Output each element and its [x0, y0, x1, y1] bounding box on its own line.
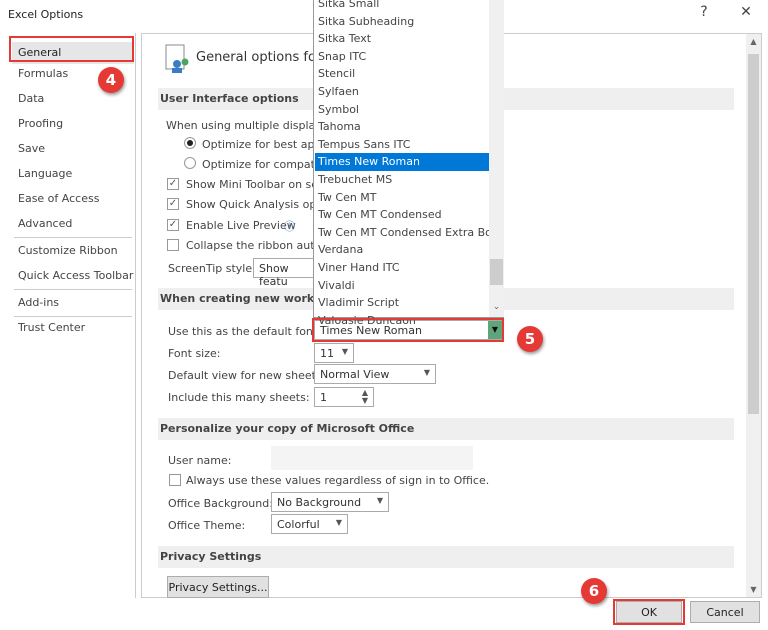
font-option[interactable]: Tw Cen MT Condensed — [315, 206, 489, 224]
window-title: Excel Options — [8, 8, 84, 21]
always-use-label: Always use these values regardless of si… — [186, 474, 490, 487]
annotation-step-4: 4 — [98, 67, 124, 93]
sidebar-item-data[interactable]: Data — [18, 92, 44, 105]
sidebar-item-trust-center[interactable]: Trust Center — [18, 321, 85, 334]
font-option[interactable]: Trebuchet MS — [315, 171, 489, 189]
font-option[interactable]: Snap ITC — [315, 48, 489, 66]
divider — [14, 316, 132, 317]
sidebar-item-customize-ribbon[interactable]: Customize Ribbon — [18, 244, 118, 257]
live-preview-label: Enable Live Preview — [186, 219, 296, 232]
general-options-icon — [164, 44, 190, 74]
chevron-down-icon: ▼ — [341, 347, 348, 356]
username-input[interactable] — [271, 446, 473, 470]
checkbox-quick-analysis[interactable]: ✓ — [167, 198, 179, 210]
list-scrollbar[interactable]: ⌄ — [489, 0, 504, 317]
mini-toolbar-label: Show Mini Toolbar on sele — [186, 178, 328, 191]
divider — [14, 289, 132, 290]
sheets-count-stepper[interactable]: 1 ▲ ▼ — [314, 387, 374, 407]
chevron-down-icon: ▼ — [335, 518, 342, 527]
font-option[interactable]: Symbol — [315, 101, 489, 119]
radio-optimize-best[interactable] — [184, 137, 196, 149]
checkbox-mini-toolbar[interactable]: ✓ — [167, 178, 179, 190]
sidebar-item-language[interactable]: Language — [18, 167, 72, 180]
office-background-value: No Background — [277, 496, 362, 509]
scroll-down-icon[interactable]: ▼ — [746, 585, 761, 594]
checkbox-collapse-ribbon[interactable] — [167, 239, 179, 251]
sidebar-item-ease-of-access[interactable]: Ease of Access — [18, 192, 99, 205]
annotation-step-5: 5 — [517, 326, 543, 352]
checkbox-live-preview[interactable]: ✓ — [167, 219, 179, 231]
sheets-count-value: 1 — [320, 391, 327, 404]
font-option[interactable]: Vladimir Script — [315, 294, 489, 312]
font-option[interactable]: Tw Cen MT Condensed Extra Bold — [315, 224, 502, 242]
office-background-select[interactable]: No Background ▼ — [271, 492, 389, 512]
font-option[interactable]: Tw Cen MT — [315, 189, 489, 207]
scroll-thumb[interactable] — [748, 54, 759, 414]
username-label: User name: — [168, 454, 232, 467]
multi-display-label: When using multiple displays: — [166, 119, 332, 132]
office-theme-label: Office Theme: — [168, 519, 246, 532]
annotation-highlight — [9, 36, 134, 62]
chevron-down-icon: ▼ — [376, 496, 383, 505]
font-option[interactable]: Sitka Subheading — [315, 13, 489, 31]
scroll-up-icon[interactable]: ▲ — [746, 37, 761, 46]
cancel-button[interactable]: Cancel — [690, 601, 760, 623]
screentip-label: ScreenTip style: — [168, 262, 256, 275]
annotation-highlight — [613, 599, 685, 625]
radio-optimize-compat-label: Optimize for compatib — [202, 158, 326, 171]
collapse-ribbon-label: Collapse the ribbon autom — [186, 239, 333, 252]
privacy-settings-button[interactable]: Privacy Settings... — [167, 576, 269, 598]
annotation-highlight — [312, 318, 504, 342]
office-background-label: Office Background: — [168, 497, 273, 510]
divider — [14, 237, 132, 238]
list-scroll-thumb[interactable] — [490, 259, 503, 285]
font-option[interactable]: Times New Roman — [315, 153, 489, 171]
office-theme-select[interactable]: Colorful ▼ — [271, 514, 348, 534]
sidebar-item-quick-access-toolbar[interactable]: Quick Access Toolbar — [18, 269, 133, 282]
font-size-label: Font size: — [168, 347, 221, 360]
default-view-label: Default view for new sheets: — [168, 369, 326, 382]
sidebar-item-add-ins[interactable]: Add-ins — [18, 296, 59, 309]
scrollbar[interactable]: ▲ ▼ — [746, 34, 761, 597]
close-button[interactable]: ✕ — [734, 4, 758, 20]
quick-analysis-label: Show Quick Analysis optio — [186, 198, 331, 211]
radio-optimize-best-label: Optimize for best appe — [202, 138, 329, 151]
section-privacy: Privacy Settings — [158, 546, 734, 568]
section-personalize: Personalize your copy of Microsoft Offic… — [158, 418, 734, 440]
default-view-select[interactable]: Normal View ▼ — [314, 364, 436, 384]
font-dropdown-list[interactable]: Valoasie Duncaon Vladimir Script Vivaldi Vi… — [313, 0, 504, 327]
help-button[interactable]: ? — [692, 4, 716, 20]
font-option[interactable]: Tahoma — [315, 118, 489, 136]
font-size-select[interactable]: 11 ▼ — [314, 343, 354, 363]
checkbox-always-use[interactable] — [169, 474, 181, 486]
info-icon: ⓘ — [284, 220, 295, 233]
font-option[interactable]: Vivaldi — [315, 277, 489, 295]
font-option[interactable]: Verdana — [315, 241, 489, 259]
font-option[interactable]: Sitka Text — [315, 30, 489, 48]
spin-arrows-icon[interactable]: ▲ ▼ — [362, 389, 368, 405]
chevron-down-icon[interactable]: ⌄ — [489, 302, 504, 312]
sidebar-item-proofing[interactable]: Proofing — [18, 117, 63, 130]
annotation-step-6: 6 — [581, 578, 607, 604]
sheets-count-label: Include this many sheets: — [168, 391, 310, 404]
font-option[interactable]: Viner Hand ITC — [315, 259, 489, 277]
font-option[interactable]: Tempus Sans ITC — [315, 136, 489, 154]
sidebar-nav: General Formulas Data Proofing Save Lang… — [8, 33, 136, 598]
office-theme-value: Colorful — [277, 518, 320, 531]
sidebar-item-save[interactable]: Save — [18, 142, 45, 155]
font-option[interactable]: Stencil — [315, 65, 489, 83]
font-option[interactable]: Sitka Small — [315, 0, 489, 13]
sidebar-item-advanced[interactable]: Advanced — [18, 217, 72, 230]
default-font-label: Use this as the default font: — [168, 325, 321, 338]
chevron-down-icon: ▼ — [423, 368, 430, 377]
font-option[interactable]: Sylfaen — [315, 83, 489, 101]
font-size-value: 11 — [320, 347, 334, 360]
default-view-value: Normal View — [320, 368, 390, 381]
sidebar-item-formulas[interactable]: Formulas — [18, 67, 68, 80]
radio-optimize-compat[interactable] — [184, 157, 196, 169]
